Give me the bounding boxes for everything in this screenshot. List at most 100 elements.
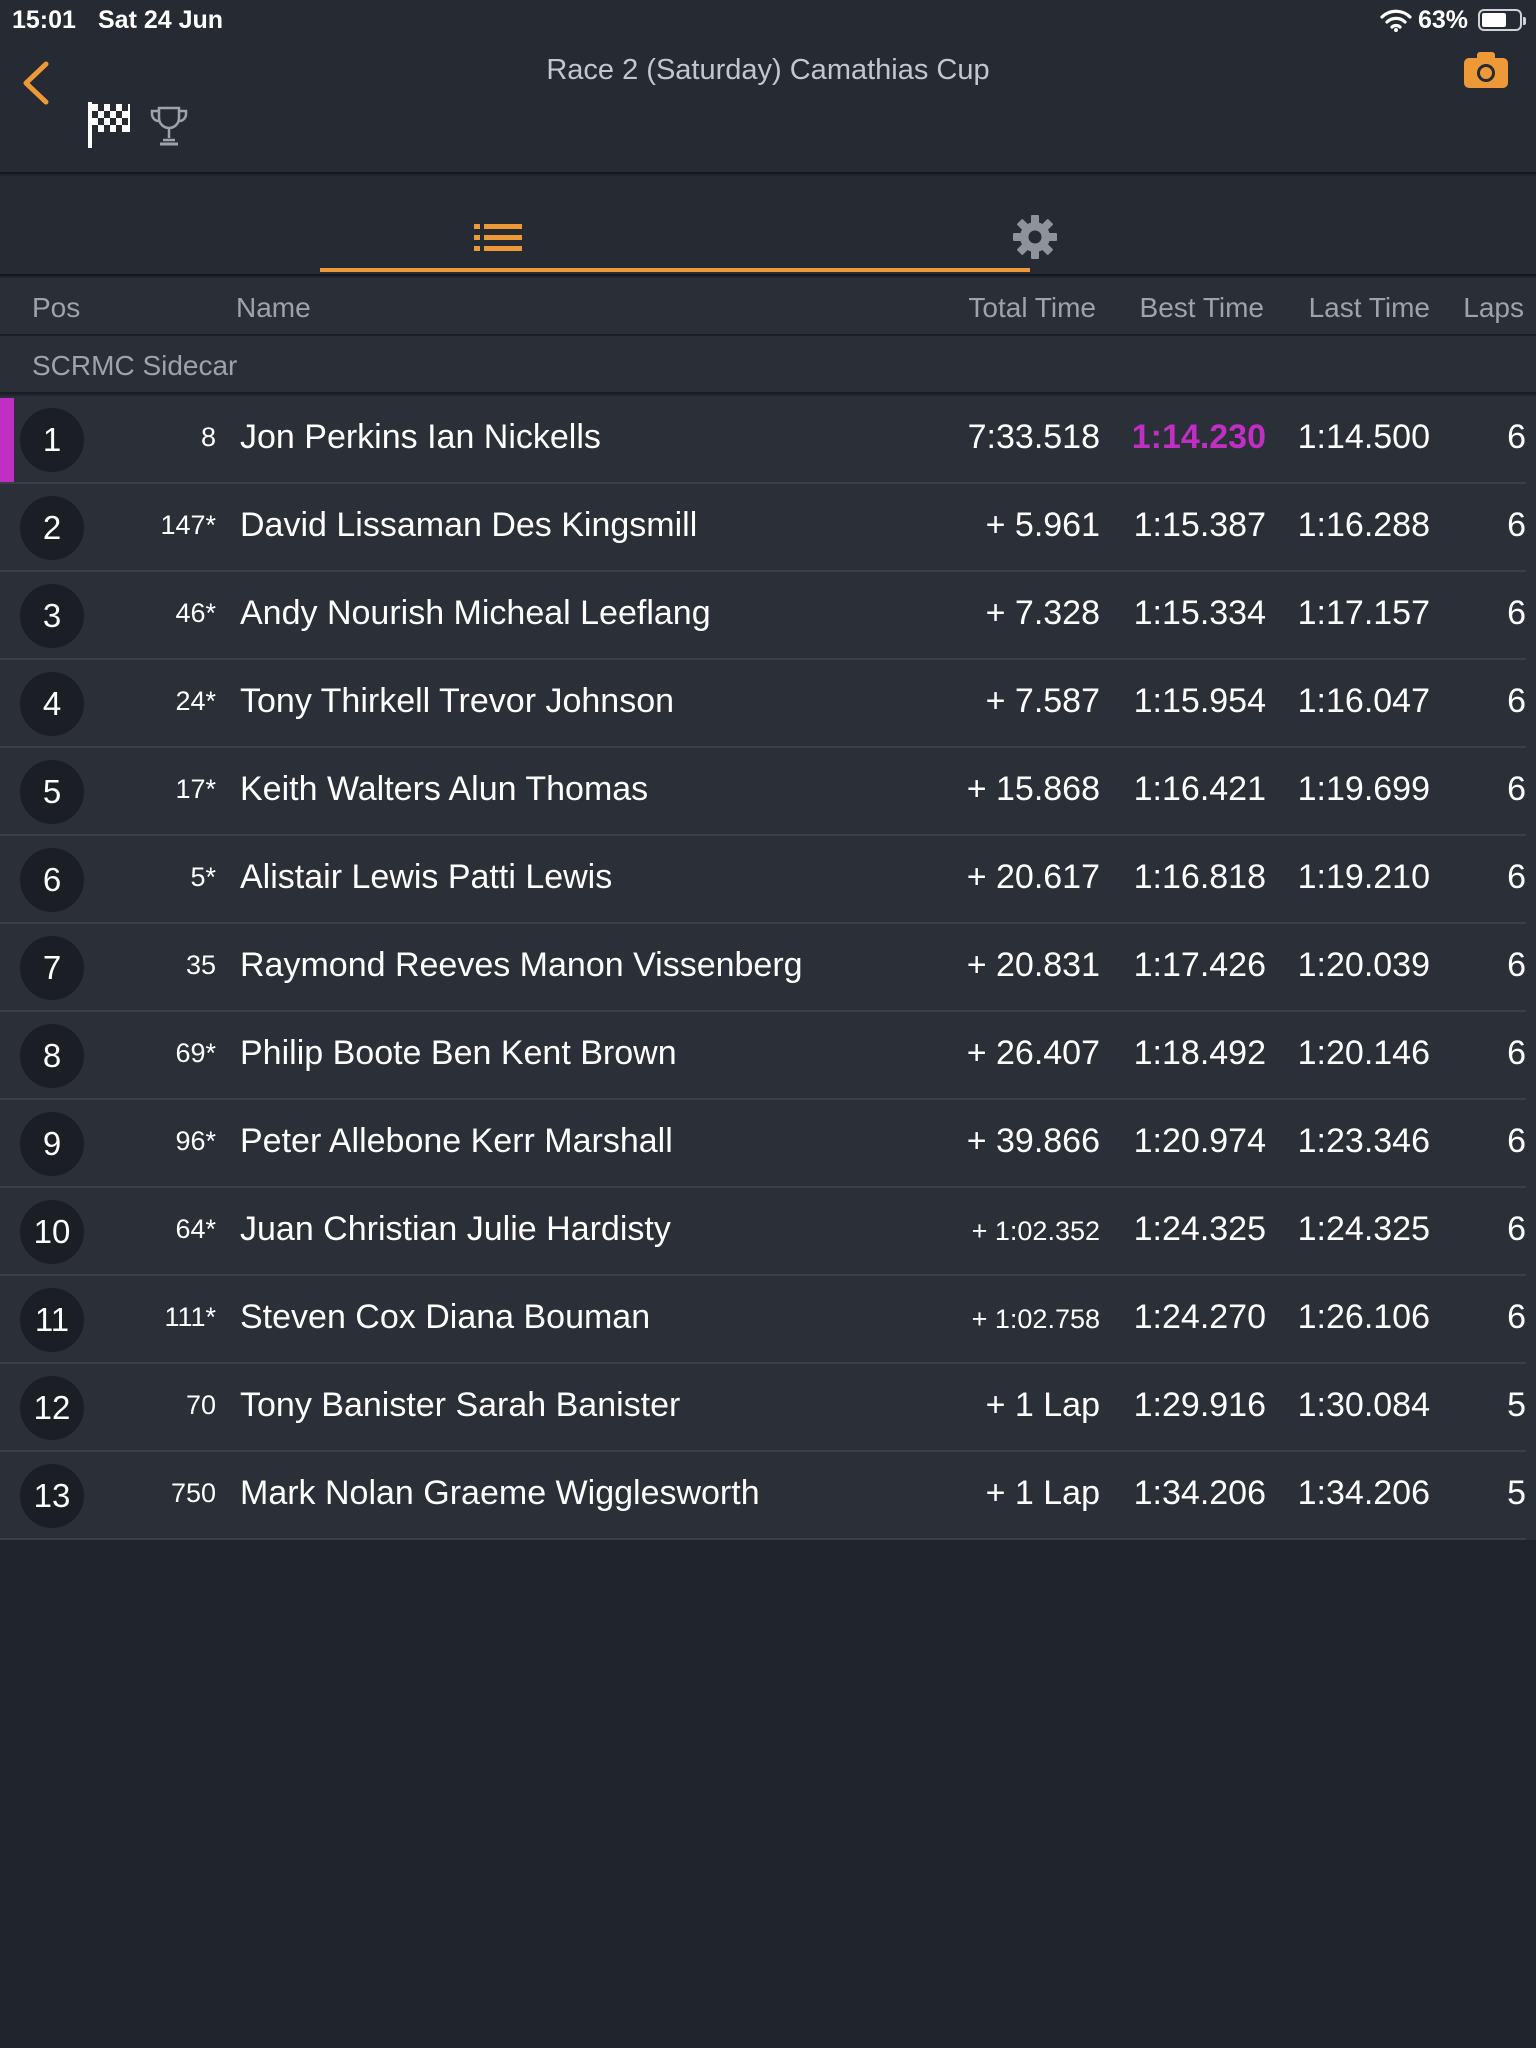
best-time: 1:15.954 [1133, 682, 1266, 720]
driver-name: Peter Allebone Kerr Marshall [240, 1122, 673, 1160]
best-time: 1:14.230 [1131, 418, 1266, 456]
total-time: + 20.831 [966, 946, 1100, 984]
position-badge: 6 [20, 848, 84, 912]
laps-count: 6 [1507, 1210, 1526, 1248]
table-row[interactable]: 4 24* Tony Thirkell Trevor Johnson + 7.587 1… [0, 660, 1536, 748]
laps-count: 5 [1507, 1474, 1526, 1512]
laps-count: 5 [1507, 1386, 1526, 1424]
total-time: + 20.617 [966, 858, 1100, 896]
table-row[interactable]: 5 17* Keith Walters Alun Thomas + 15.868 1:1… [0, 748, 1536, 836]
trophy-icon[interactable] [148, 104, 190, 148]
laps-count: 6 [1507, 770, 1526, 808]
driver-name: David Lissaman Des Kingsmill [240, 506, 698, 544]
last-time: 1:19.210 [1297, 858, 1430, 896]
table-row[interactable]: 2 147* David Lissaman Des Kingsmill + 5.961… [0, 484, 1536, 572]
car-number: 111* [164, 1302, 216, 1332]
laps-count: 6 [1507, 418, 1526, 456]
last-time: 1:26.106 [1297, 1298, 1430, 1336]
last-time: 1:14.500 [1297, 418, 1430, 456]
table-row[interactable]: 10 64* Juan Christian Julie Hardisty + 1:02… [0, 1188, 1536, 1276]
total-time: + 1:02.352 [971, 1216, 1100, 1246]
total-time: + 5.961 [985, 506, 1100, 544]
table-row[interactable]: 8 69* Philip Boote Ben Kent Brown + 26.407 1… [0, 1012, 1536, 1100]
position-badge: 1 [20, 408, 84, 472]
table-row[interactable]: 6 5* Alistair Lewis Patti Lewis + 20.617 1:1… [0, 836, 1536, 924]
status-time: 15:01 [12, 6, 76, 34]
header-last-time[interactable]: Last Time [1309, 292, 1430, 324]
last-time: 1:16.288 [1297, 506, 1430, 544]
header-best-time[interactable]: Best Time [1140, 292, 1264, 324]
best-time: 1:20.974 [1133, 1122, 1266, 1160]
driver-name: Andy Nourish Micheal Leeflang [240, 594, 711, 632]
driver-name: Philip Boote Ben Kent Brown [240, 1034, 677, 1072]
class-label: SCRMC Sidecar [32, 350, 238, 381]
total-time: + 7.328 [985, 594, 1100, 632]
table-row[interactable]: 1 8 Jon Perkins Ian Nickells 7:33.518 1:14.2… [0, 396, 1536, 484]
position-badge: 9 [20, 1112, 84, 1176]
driver-name: Jon Perkins Ian Nickells [240, 418, 601, 456]
laps-count: 6 [1507, 858, 1526, 896]
active-tab-underline [320, 268, 1030, 272]
car-number: 24* [175, 686, 216, 716]
car-number: 17* [175, 774, 216, 804]
laps-count: 6 [1507, 1298, 1526, 1336]
total-time: + 7.587 [985, 682, 1100, 720]
best-time: 1:17.426 [1133, 946, 1266, 984]
table-row[interactable]: 11 111* Steven Cox Diana Bouman + 1:02.758 1… [0, 1276, 1536, 1364]
car-number: 8 [200, 422, 216, 452]
wifi-icon [1380, 9, 1412, 32]
driver-name: Tony Banister Sarah Banister [240, 1386, 681, 1424]
last-time: 1:16.047 [1297, 682, 1430, 720]
leader-marker [0, 398, 14, 482]
gear-icon[interactable] [1012, 214, 1058, 260]
position-badge: 4 [20, 672, 84, 736]
last-time: 1:17.157 [1297, 594, 1430, 632]
best-time: 1:34.206 [1133, 1474, 1266, 1512]
total-time: + 1:02.758 [971, 1304, 1100, 1334]
total-time: + 1 Lap [985, 1474, 1100, 1512]
header: Race 2 (Saturday) Camathias Cup [0, 40, 1536, 174]
position-badge: 11 [20, 1288, 84, 1352]
tab-bar [0, 176, 1536, 276]
best-time: 1:24.325 [1133, 1210, 1266, 1248]
table-row[interactable]: 9 96* Peter Allebone Kerr Marshall + 39.866… [0, 1100, 1536, 1188]
checkered-flag-icon[interactable] [86, 100, 132, 150]
total-time: + 26.407 [966, 1034, 1100, 1072]
total-time: + 15.868 [966, 770, 1100, 808]
driver-name: Mark Nolan Graeme Wigglesworth [240, 1474, 760, 1512]
driver-name: Juan Christian Julie Hardisty [240, 1210, 671, 1248]
laps-count: 6 [1507, 946, 1526, 984]
total-time: 7:33.518 [967, 418, 1100, 456]
position-badge: 2 [20, 496, 84, 560]
column-headers: Pos Name Total Time Best Time Last Time … [0, 278, 1536, 336]
header-name[interactable]: Name [236, 292, 311, 324]
table-row[interactable]: 12 70 Tony Banister Sarah Banister + 1 Lap 1… [0, 1364, 1536, 1452]
header-total-time[interactable]: Total Time [968, 292, 1096, 324]
status-date: Sat 24 Jun [98, 6, 224, 34]
table-row[interactable]: 13 750 Mark Nolan Graeme Wigglesworth + 1 L… [0, 1452, 1536, 1540]
best-time: 1:29.916 [1133, 1386, 1266, 1424]
tab-results-list[interactable] [320, 176, 1030, 276]
page-title: Race 2 (Saturday) Camathias Cup [546, 54, 990, 86]
car-number: 147* [160, 510, 216, 540]
table-row[interactable]: 7 35 Raymond Reeves Manon Vissenberg + 20.8… [0, 924, 1536, 1012]
last-time: 1:23.346 [1297, 1122, 1430, 1160]
best-time: 1:24.270 [1133, 1298, 1266, 1336]
laps-count: 6 [1507, 506, 1526, 544]
driver-name: Raymond Reeves Manon Vissenberg [240, 946, 803, 984]
camera-icon[interactable] [1462, 50, 1510, 90]
best-time: 1:15.387 [1133, 506, 1266, 544]
laps-count: 6 [1507, 1122, 1526, 1160]
position-badge: 12 [20, 1376, 84, 1440]
car-number: 35 [185, 950, 216, 980]
car-number: 750 [170, 1478, 216, 1508]
driver-name: Tony Thirkell Trevor Johnson [240, 682, 675, 720]
header-laps[interactable]: Laps [1463, 292, 1524, 324]
list-icon[interactable] [472, 220, 524, 256]
header-pos[interactable]: Pos [32, 292, 80, 324]
table-row[interactable]: 3 46* Andy Nourish Micheal Leeflang + 7.328… [0, 572, 1536, 660]
position-badge: 8 [20, 1024, 84, 1088]
status-bar: 15:01 Sat 24 Jun 63% [0, 0, 1536, 40]
car-number: 5* [190, 862, 216, 892]
last-time: 1:20.146 [1297, 1034, 1430, 1072]
